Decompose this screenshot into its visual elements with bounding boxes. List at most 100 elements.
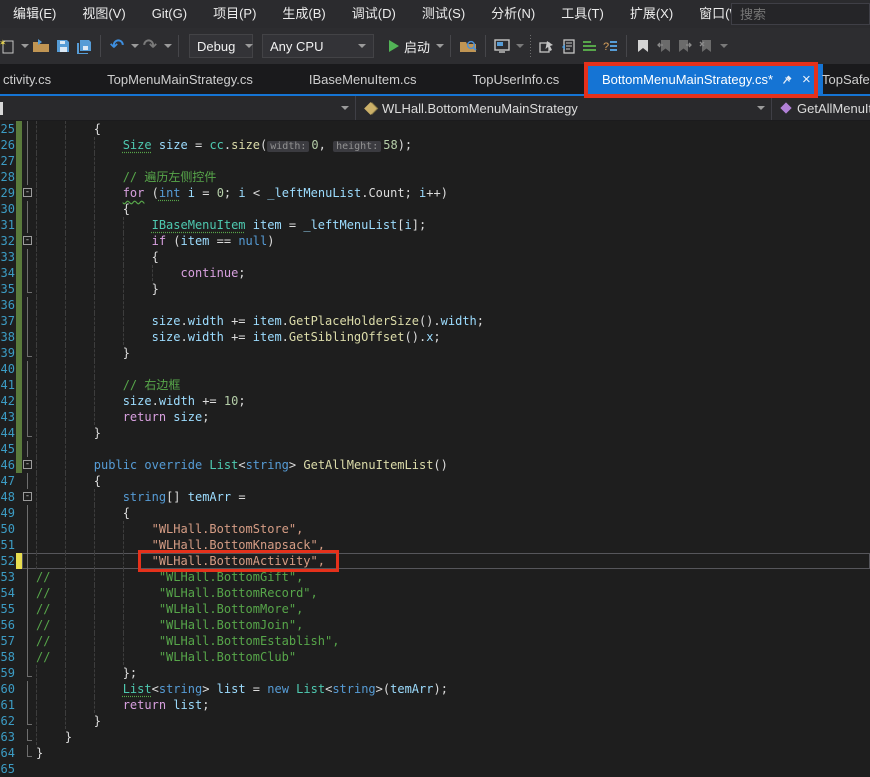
menu-item[interactable]: 工具(T) — [548, 0, 617, 28]
project-dropdown[interactable] — [0, 96, 356, 120]
outlining-margin[interactable]: - — [22, 233, 34, 249]
line-number-margin[interactable]: 156 — [0, 617, 16, 633]
code-line[interactable]: List<string> list = new List<string>(tem… — [34, 681, 870, 697]
code-line[interactable]: // "WLHall.BottomClub" — [34, 649, 870, 665]
line-number-margin[interactable]: 135 — [0, 281, 16, 297]
line-number-margin[interactable]: 142 — [0, 393, 16, 409]
code-line[interactable]: { — [34, 473, 870, 489]
line-number-margin[interactable]: 159 — [0, 665, 16, 681]
tab-IBaseMenuItemcs[interactable]: IBaseMenuItem.cs — [281, 64, 445, 94]
line-number-margin[interactable]: 148 — [0, 489, 16, 505]
browse-with-dropdown[interactable] — [516, 44, 524, 48]
line-number-margin[interactable]: 140 — [0, 361, 16, 377]
code-line[interactable]: { — [34, 505, 870, 521]
line-number-margin[interactable]: 138 — [0, 329, 16, 345]
code-line[interactable]: } — [34, 281, 870, 297]
line-number-margin[interactable]: 129 — [0, 185, 16, 201]
collapse-box-icon[interactable]: - — [23, 460, 32, 469]
line-number-margin[interactable]: 126 — [0, 137, 16, 153]
code-line[interactable]: size.width += item.GetSiblingOffset().x; — [34, 329, 870, 345]
uncomment-selection-button[interactable]: ? — [600, 33, 620, 59]
tab-TopMenuMainStrategycs[interactable]: TopMenuMainStrategy.cs — [79, 64, 281, 94]
menu-item[interactable]: 视图(V) — [69, 0, 138, 28]
line-number-margin[interactable]: 136 — [0, 297, 16, 313]
code-line[interactable]: "WLHall.BottomStore", — [34, 521, 870, 537]
outlining-margin[interactable]: - — [22, 457, 34, 473]
open-file-button[interactable] — [30, 33, 52, 59]
code-line[interactable]: return list; — [34, 697, 870, 713]
menu-item[interactable]: 分析(N) — [478, 0, 548, 28]
type-dropdown[interactable]: WLHall.BottomMenuMainStrategy — [356, 96, 772, 120]
line-number-margin[interactable]: 133 — [0, 249, 16, 265]
code-line[interactable] — [34, 297, 870, 313]
line-number-margin[interactable]: 151 — [0, 537, 16, 553]
line-number-margin[interactable]: 131 — [0, 217, 16, 233]
code-line[interactable] — [34, 761, 870, 777]
line-number-margin[interactable]: 144 — [0, 425, 16, 441]
view-code-button[interactable] — [558, 33, 578, 59]
line-number-margin[interactable]: 132 — [0, 233, 16, 249]
line-number-margin[interactable]: 141 — [0, 377, 16, 393]
line-number-margin[interactable]: 128 — [0, 169, 16, 185]
line-number-margin[interactable]: 165 — [0, 761, 16, 777]
solution-configuration-combobox[interactable]: Debug — [189, 34, 253, 58]
code-line[interactable]: continue; — [34, 265, 870, 281]
browse-with-button[interactable] — [492, 33, 512, 59]
menu-item[interactable]: 调试(D) — [339, 0, 409, 28]
menu-item[interactable]: 生成(B) — [269, 0, 338, 28]
save-button[interactable] — [53, 33, 73, 59]
previous-bookmark-button[interactable] — [654, 33, 674, 59]
code-line[interactable]: // 右边框 — [34, 377, 870, 393]
code-line[interactable]: string[] temArr = — [34, 489, 870, 505]
save-all-button[interactable] — [74, 33, 94, 59]
tab-TopSafe[interactable]: TopSafe — [822, 64, 870, 94]
line-number-margin[interactable]: 143 — [0, 409, 16, 425]
line-number-margin[interactable]: 150 — [0, 521, 16, 537]
toolbar-grip[interactable] — [528, 35, 533, 57]
undo-dropdown[interactable] — [131, 44, 139, 48]
code-line[interactable]: { — [34, 201, 870, 217]
collapse-box-icon[interactable]: - — [23, 188, 32, 197]
code-line[interactable]: size.width += 10; — [34, 393, 870, 409]
code-line[interactable]: } — [34, 425, 870, 441]
line-number-margin[interactable]: 161 — [0, 697, 16, 713]
line-number-margin[interactable]: 155 — [0, 601, 16, 617]
search-input[interactable] — [732, 7, 869, 22]
tab-ctivitycs[interactable]: ctivity.cs — [0, 64, 79, 94]
line-number-margin[interactable]: 125 — [0, 121, 16, 137]
code-line[interactable]: return size; — [34, 409, 870, 425]
redo-dropdown[interactable] — [164, 44, 172, 48]
code-line[interactable]: // "WLHall.BottomMore", — [34, 601, 870, 617]
navigate-pointer-button[interactable] — [537, 33, 557, 59]
line-number-margin[interactable]: 147 — [0, 473, 16, 489]
comment-selection-button[interactable] — [579, 33, 599, 59]
code-line[interactable]: // "WLHall.BottomJoin", — [34, 617, 870, 633]
collapse-box-icon[interactable]: - — [23, 236, 32, 245]
code-line[interactable] — [34, 441, 870, 457]
code-line[interactable]: } — [34, 745, 870, 761]
code-line[interactable]: public override List<string> GetAllMenuI… — [34, 457, 870, 473]
code-line[interactable]: // "WLHall.BottomRecord", — [34, 585, 870, 601]
code-line[interactable]: if (item == null) — [34, 233, 870, 249]
outlining-margin[interactable]: - — [22, 489, 34, 505]
collapse-box-icon[interactable]: - — [23, 492, 32, 501]
line-number-margin[interactable]: 149 — [0, 505, 16, 521]
menu-item[interactable]: 扩展(X) — [617, 0, 686, 28]
find-in-files-button[interactable] — [457, 33, 479, 59]
code-line[interactable]: }; — [34, 665, 870, 681]
add-new-item-dropdown[interactable] — [21, 44, 29, 48]
member-dropdown[interactable]: GetAllMenuIte — [772, 96, 870, 120]
code-line[interactable]: // "WLHall.BottomGift", — [34, 569, 870, 585]
line-number-margin[interactable]: 134 — [0, 265, 16, 281]
menu-item[interactable]: 测试(S) — [409, 0, 478, 28]
next-bookmark-button[interactable] — [675, 33, 695, 59]
clear-bookmarks-button[interactable] — [696, 33, 716, 59]
code-line[interactable]: // 遍历左侧控件 — [34, 169, 870, 185]
bookmark-dropdown[interactable] — [720, 44, 728, 48]
line-number-margin[interactable]: 154 — [0, 585, 16, 601]
line-number-margin[interactable]: 146 — [0, 457, 16, 473]
code-line[interactable]: { — [34, 121, 870, 137]
code-line[interactable]: } — [34, 729, 870, 745]
start-debugging-button[interactable]: 启动 — [379, 33, 432, 59]
code-line[interactable] — [34, 361, 870, 377]
